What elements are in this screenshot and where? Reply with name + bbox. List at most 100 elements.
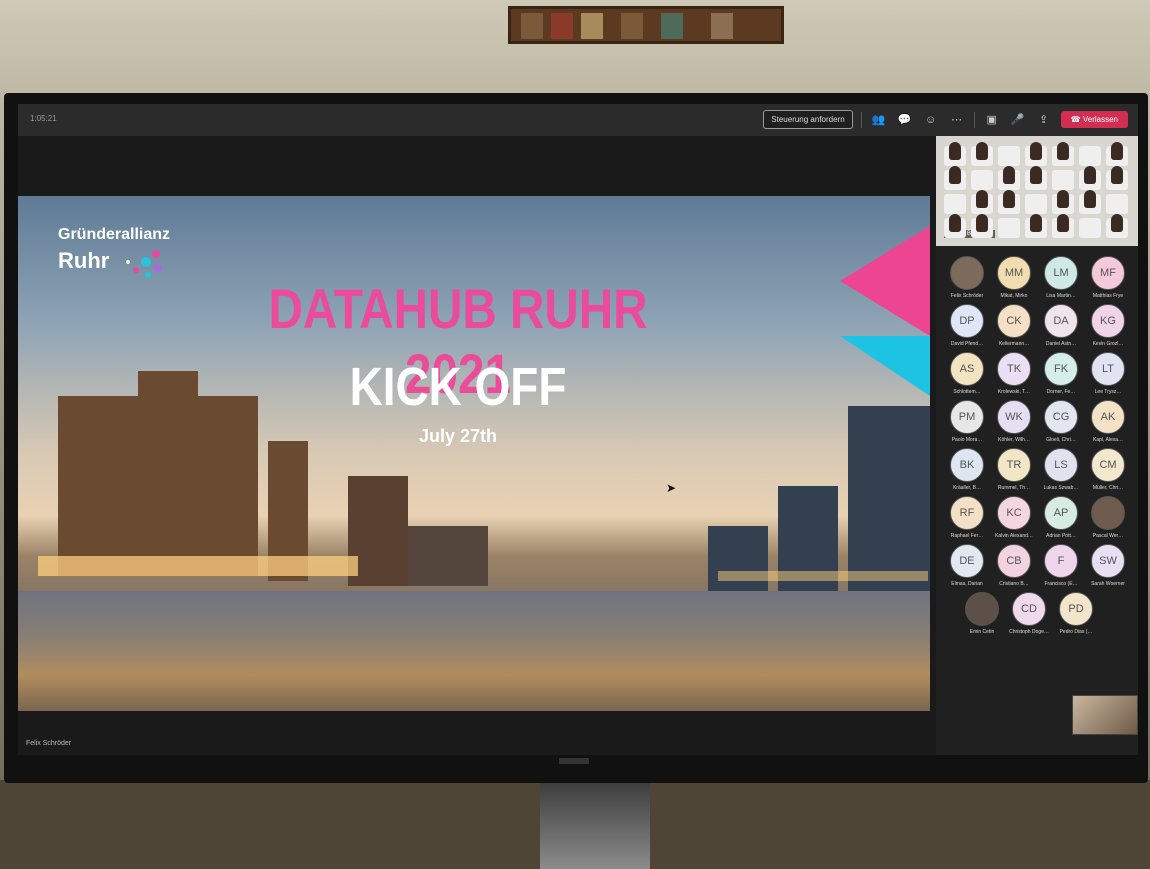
participant-name: Pedro Dias (… xyxy=(1059,629,1093,635)
participant-name: Cristiano B… xyxy=(999,581,1029,587)
gallery-participant xyxy=(1030,214,1042,232)
lights xyxy=(718,571,928,581)
together-mode-gallery[interactable]: Sanne Boersma xyxy=(936,136,1138,246)
gallery-participant xyxy=(1111,214,1123,232)
divider xyxy=(973,111,975,128)
participant-avatar: PD xyxy=(1059,592,1093,626)
participant-name: Christoph Doge… xyxy=(1009,629,1049,635)
gallery-participant xyxy=(976,214,988,232)
participant-tile[interactable]: TR Rummel, Th… xyxy=(991,448,1037,494)
participant-name: Kellermann… xyxy=(998,341,1030,347)
participant-tile[interactable]: AS Schlottem… xyxy=(944,352,990,398)
participant-tile[interactable]: FK Dorner, Fe… xyxy=(1038,352,1084,398)
building xyxy=(708,526,768,596)
gallery-seat xyxy=(1106,194,1128,214)
participant-avatar: LT xyxy=(1091,352,1125,386)
monitor-stand xyxy=(540,780,650,869)
participant-avatar: CD xyxy=(1012,592,1046,626)
participant-name: Lisa Martin… xyxy=(1046,293,1076,299)
presenter-name: Felix Schröder xyxy=(26,740,72,747)
participant-tile[interactable]: SW Sarah Woerner xyxy=(1085,544,1131,590)
participant-avatar xyxy=(1091,496,1125,530)
participants-panel: Sanne Boersma Felix Schröder MM Mikat, Mir… xyxy=(936,136,1138,755)
gallery-participant xyxy=(1084,190,1096,208)
participant-name: Francisco (E… xyxy=(1044,581,1078,587)
slide-subtitle: KICK OFF xyxy=(349,357,567,417)
participant-tile[interactable]: DE Elmas, Darian xyxy=(944,544,990,590)
participant-tile[interactable]: MM Mikat, Mirko xyxy=(991,256,1037,302)
participant-avatar: AS xyxy=(950,352,984,386)
reactions-icon[interactable]: ☺ xyxy=(922,111,940,129)
participant-name: Raphael Fer… xyxy=(950,533,984,539)
participant-tile[interactable]: CD Christoph Doge… xyxy=(1006,592,1052,638)
participant-tile[interactable]: CM Müller, Chri… xyxy=(1085,448,1131,494)
participant-avatar: AK xyxy=(1091,400,1125,434)
request-control-button[interactable]: Steuerung anfordern xyxy=(763,110,853,129)
participant-tile[interactable]: Felix Schröder xyxy=(944,256,990,302)
participant-tile[interactable]: CK Kellermann… xyxy=(991,304,1037,350)
participant-name: Köhler, Wilh… xyxy=(998,437,1030,443)
self-view-video[interactable] xyxy=(1072,695,1138,735)
participant-tile[interactable]: Pascal Wer… xyxy=(1085,496,1131,542)
participant-avatar: KC xyxy=(997,496,1031,530)
gallery-seat xyxy=(998,218,1020,238)
participant-name: Felix Schröder xyxy=(950,293,984,299)
participant-tile[interactable]: DA Daniel Astn… xyxy=(1038,304,1084,350)
participant-tile[interactable]: KC Kalvin Alexand… xyxy=(991,496,1037,542)
participant-avatar: DP xyxy=(950,304,984,338)
participant-tile[interactable]: CB Cristiano B… xyxy=(991,544,1037,590)
participant-avatar: SW xyxy=(1091,544,1125,578)
participant-tile[interactable]: DP David Pfend… xyxy=(944,304,990,350)
participant-avatar: LS xyxy=(1044,448,1078,482)
participant-tile[interactable]: AP Adrian Pott… xyxy=(1038,496,1084,542)
participant-name: Gloeli, Chri… xyxy=(1046,437,1076,443)
leave-button[interactable]: ☎ Verlassen xyxy=(1060,111,1128,128)
participant-name: Sarah Woerner xyxy=(1091,581,1125,587)
gallery-seat xyxy=(1025,194,1047,214)
participant-tile[interactable]: RF Raphael Fer… xyxy=(944,496,990,542)
participant-tile[interactable]: AK Kapl, Alexa… xyxy=(1085,400,1131,446)
participant-tile[interactable]: CG Gloeli, Chri… xyxy=(1038,400,1084,446)
toolbar-controls: Steuerung anfordern 👥 💬 ☺ ⋯ ▣ 🎤 ⇪ ☎ Verl… xyxy=(763,110,1128,129)
participant-name: Adrian Pott… xyxy=(1046,533,1076,539)
participant-name: Matthias Frye xyxy=(1092,293,1124,299)
participant-name: Kapl, Alexa… xyxy=(1092,437,1124,443)
participant-tile[interactable]: LM Lisa Martin… xyxy=(1038,256,1084,302)
monitor-logo xyxy=(559,758,589,764)
participant-tile[interactable]: LS Lukas Szwab… xyxy=(1038,448,1084,494)
participant-tile[interactable]: F Francisco (E… xyxy=(1038,544,1084,590)
gallery-participant xyxy=(976,190,988,208)
gallery-seat xyxy=(1079,218,1101,238)
mic-icon[interactable]: 🎤 xyxy=(1009,111,1027,129)
book xyxy=(521,13,543,39)
gallery-participant xyxy=(1057,190,1069,208)
participant-tile[interactable]: MF Matthias Frye xyxy=(1085,256,1131,302)
harbour-water xyxy=(18,591,930,711)
more-icon[interactable]: ⋯ xyxy=(948,111,966,129)
book xyxy=(711,13,733,39)
participant-tile[interactable]: TK Krolewski, T… xyxy=(991,352,1037,398)
participant-avatar: DE xyxy=(950,544,984,578)
participant-tile[interactable]: KG Kevin Grozl… xyxy=(1085,304,1131,350)
participant-name: David Pfend… xyxy=(950,341,984,347)
meeting-toolbar: 1:05:21 Steuerung anfordern 👥 💬 ☺ ⋯ ▣ 🎤 … xyxy=(18,104,1138,136)
participant-avatar: BK xyxy=(950,448,984,482)
share-icon[interactable]: ⇪ xyxy=(1035,111,1053,129)
participant-avatar: AP xyxy=(1044,496,1078,530)
pink-triangle-decoration xyxy=(840,226,930,336)
participant-tile[interactable]: WK Köhler, Wilh… xyxy=(991,400,1037,446)
camera-icon[interactable]: ▣ xyxy=(983,111,1001,129)
participant-avatar: TK xyxy=(997,352,1031,386)
leave-label: Verlassen xyxy=(1082,115,1118,124)
participant-name: Schlottem… xyxy=(953,389,981,395)
participant-name: Lukas Szwab… xyxy=(1043,485,1079,491)
participants-icon[interactable]: 👥 xyxy=(870,111,888,129)
participant-name: Müller, Chri… xyxy=(1092,485,1124,491)
participant-tile[interactable]: PD Pedro Dias (… xyxy=(1053,592,1099,638)
participant-name: Paolo Mora… xyxy=(951,437,983,443)
participant-tile[interactable]: LT Lee Trysz… xyxy=(1085,352,1131,398)
participant-tile[interactable]: BK Kräaller, B… xyxy=(944,448,990,494)
participant-tile[interactable]: PM Paolo Mora… xyxy=(944,400,990,446)
participant-tile[interactable]: Emin Cetin xyxy=(959,592,1005,638)
chat-icon[interactable]: 💬 xyxy=(896,111,914,129)
